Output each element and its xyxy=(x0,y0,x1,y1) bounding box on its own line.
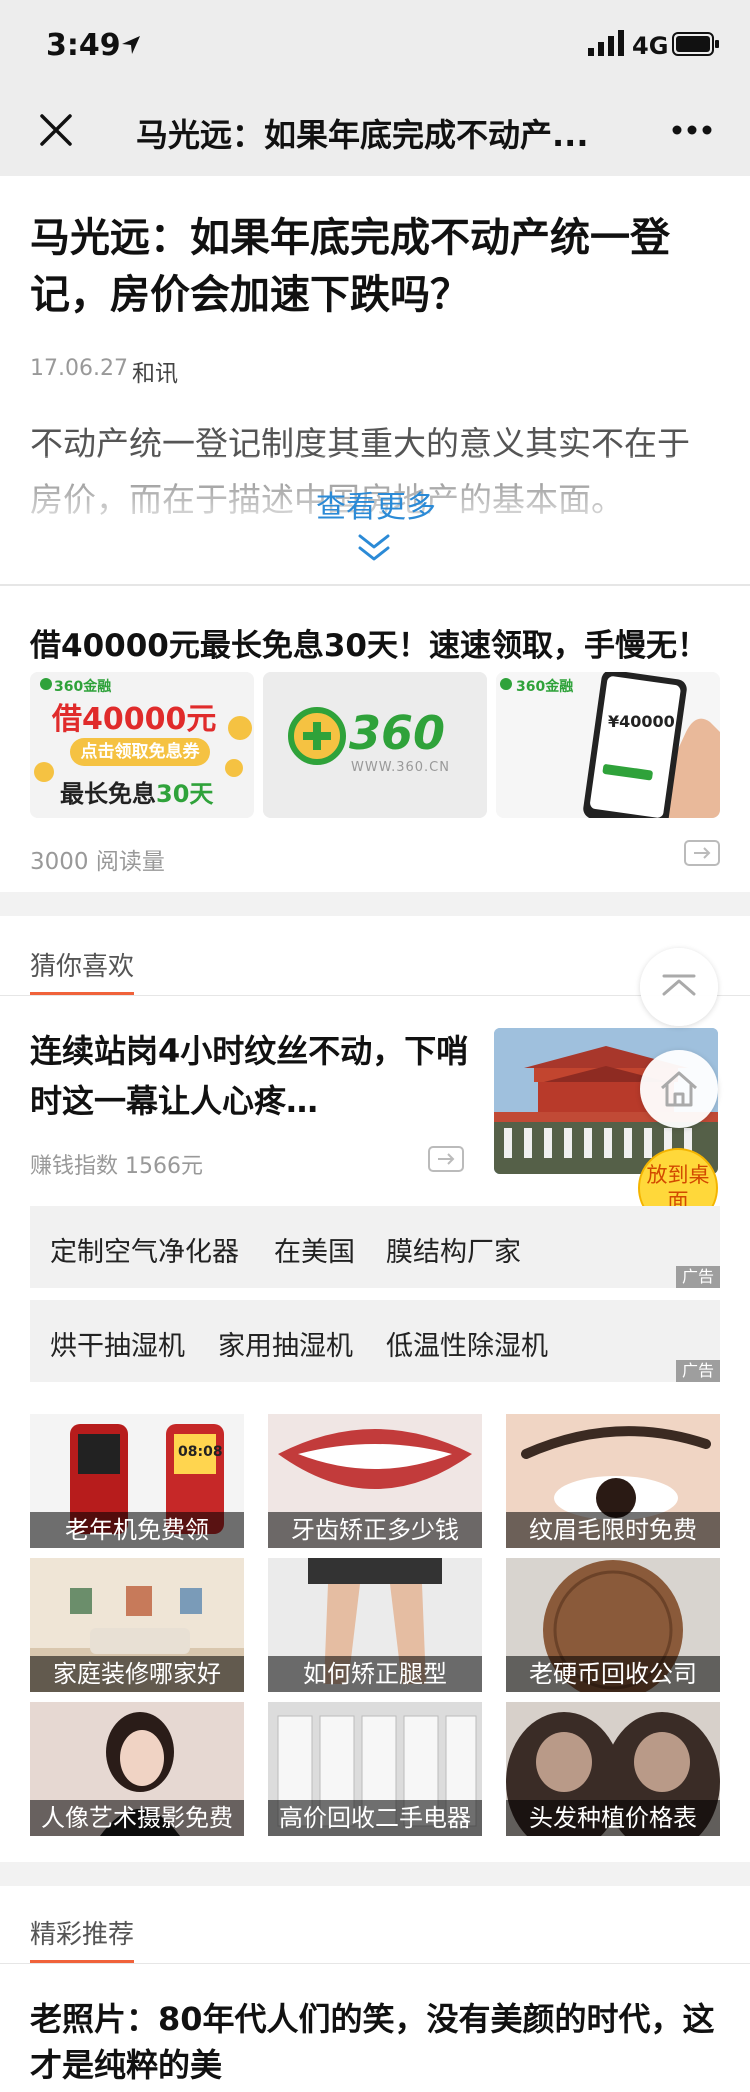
tile-caption: 如何矫正腿型 xyxy=(268,1656,482,1692)
share-icon[interactable] xyxy=(428,1146,464,1172)
keyword-link[interactable]: 家用抽湿机 xyxy=(218,1324,353,1363)
ad1-line: 最长免息30天 xyxy=(60,774,213,809)
ad3-brand: 360金融 xyxy=(516,679,574,695)
guess-section-rule xyxy=(0,995,750,996)
read-more-link[interactable]: 查看更多 xyxy=(276,482,476,526)
tile-caption: 老年机免费领 xyxy=(30,1512,244,1548)
ad-title[interactable]: 借40000元最长免息30天！速速领取，手慢无！ xyxy=(30,620,708,665)
ad3-amount: ¥40000 xyxy=(608,712,675,731)
ad-image-loan[interactable]: 360金融 借40000元 点击领取免息券 最长免息30天 xyxy=(30,672,254,818)
tile-caption: 牙齿矫正多少钱 xyxy=(268,1512,482,1548)
tile-ad[interactable]: 头发种植价格表 xyxy=(506,1702,720,1836)
tile-ad[interactable]: 牙齿矫正多少钱 xyxy=(268,1414,482,1548)
tile-caption: 人像艺术摄影免费 xyxy=(30,1800,244,1836)
home-button[interactable] xyxy=(640,1050,718,1128)
keyword-ad-row-1: 定制空气净化器 在美国 膜结构厂家 广告 xyxy=(30,1206,720,1288)
divider xyxy=(0,584,750,586)
top-bar: 3:49 4G 马光远：如果年底完成不动产... xyxy=(0,0,750,176)
battery-icon xyxy=(672,32,719,56)
tile-ad[interactable]: 人像艺术摄影免费 xyxy=(30,1702,244,1836)
more-icon[interactable] xyxy=(672,124,712,136)
keyword-link[interactable]: 低温性除湿机 xyxy=(386,1324,548,1363)
feed-item-meta: 赚钱指数 1566元 xyxy=(30,1154,203,1179)
tile-ad[interactable]: 08:08 老年机免费领 xyxy=(30,1414,244,1548)
logo-360-url: WWW.360.CN xyxy=(351,760,450,775)
tile-ad[interactable]: 纹眉毛限时免费 xyxy=(506,1414,720,1548)
home-icon xyxy=(661,1071,697,1107)
tile-caption: 家庭装修哪家好 xyxy=(30,1656,244,1692)
arrow-up-icon xyxy=(662,974,696,996)
recommend-section-label: 精彩推荐 xyxy=(30,1920,135,1950)
tile-ad[interactable]: 高价回收二手电器 xyxy=(268,1702,482,1836)
status-time: 3:49 xyxy=(46,28,121,63)
section-gap xyxy=(0,892,750,916)
phone-clock: 08:08 xyxy=(178,1444,223,1460)
ad1-amount: 借40000元 xyxy=(52,702,217,737)
keyword-link[interactable]: 膜结构厂家 xyxy=(386,1230,521,1269)
ad1-line-text: 最长免息 xyxy=(60,780,156,808)
signal-icon xyxy=(588,30,624,56)
ad1-button: 点击领取免息券 xyxy=(70,738,210,766)
article-date: 17.06.27 xyxy=(30,356,128,381)
guess-section-label: 猜你喜欢 xyxy=(30,952,135,982)
network-type: 4G xyxy=(632,32,669,60)
tile-caption: 纹眉毛限时免费 xyxy=(506,1512,720,1548)
read-count: 3000 阅读量 xyxy=(30,849,165,875)
article-source[interactable]: 和讯 xyxy=(132,354,178,388)
close-icon[interactable] xyxy=(38,112,74,148)
back-to-top-button[interactable] xyxy=(640,948,718,1026)
recommend-section-rule xyxy=(0,1963,750,1964)
tile-ad[interactable]: 如何矫正腿型 xyxy=(268,1558,482,1692)
ad-image-360-logo[interactable]: 360 WWW.360.CN xyxy=(263,672,487,818)
nav-title: 马光远：如果年底完成不动产... xyxy=(136,116,589,154)
keyword-link[interactable]: 定制空气净化器 xyxy=(50,1230,239,1269)
share-icon[interactable] xyxy=(684,840,720,866)
article-title: 马光远：如果年底完成不动产统一登记，房价会加速下跌吗？ xyxy=(30,215,670,318)
ad-tag: 广告 xyxy=(676,1360,720,1382)
ad1-brand: 360金融 xyxy=(54,679,112,695)
chevron-down-icon[interactable] xyxy=(356,532,392,564)
tile-ad[interactable]: 家庭装修哪家好 xyxy=(30,1558,244,1692)
ad-image-phone[interactable]: 360金融 ¥40000 xyxy=(496,672,720,818)
ad1-days: 30天 xyxy=(156,780,214,808)
logo-360-text: 360 xyxy=(349,706,446,760)
keyword-link[interactable]: 在美国 xyxy=(274,1230,355,1269)
ad-tag: 广告 xyxy=(676,1266,720,1288)
tile-caption: 高价回收二手电器 xyxy=(268,1800,482,1836)
recommend-item-title[interactable]: 老照片：80年代人们的笑，没有美颜的时代，这才是纯粹的美 xyxy=(30,1996,720,2088)
tile-ad[interactable]: 老硬币回收公司 xyxy=(506,1558,720,1692)
keyword-link[interactable]: 烘干抽湿机 xyxy=(50,1324,185,1363)
tile-caption: 老硬币回收公司 xyxy=(506,1656,720,1692)
feed-item-title[interactable]: 连续站岗4小时纹丝不动，下哨时这一幕让人心疼… xyxy=(30,1026,470,1126)
section-gap xyxy=(0,1862,750,1886)
location-arrow-icon xyxy=(122,36,140,54)
tile-caption: 头发种植价格表 xyxy=(506,1800,720,1836)
keyword-ad-row-2: 烘干抽湿机 家用抽湿机 低温性除湿机 广告 xyxy=(30,1300,720,1382)
